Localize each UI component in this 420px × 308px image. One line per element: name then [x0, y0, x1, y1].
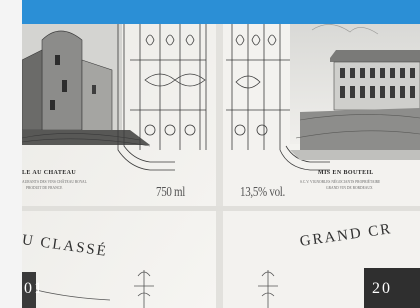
right-small-print-1: S.C.V. VIGNOBLES NÉGOCIANTS PROPRIÉTAIRE — [300, 180, 381, 184]
right-small-print-2: GRAND VIN DE BORDEAUX — [326, 186, 373, 190]
left-volume: 750 ml — [156, 184, 186, 200]
photo-left-edge — [0, 0, 22, 308]
label-gap — [216, 24, 223, 308]
top-accent-bar — [22, 0, 420, 24]
chateau-engraving — [290, 24, 420, 160]
right-abv: 13,5% vol. — [240, 184, 285, 200]
right-label-caption: MIS EN BOUTEIL — [318, 170, 374, 176]
wine-labels-photo: LE AU CHATEAU AURANTS DES VINS CHÂTEAU R… — [0, 0, 420, 308]
left-bottom-mark: 01 — [24, 280, 44, 297]
left-small-print-1: AURANTS DES VINS CHÂTEAU ROYAL — [22, 180, 87, 184]
label-divider — [22, 206, 420, 211]
wine-labels-illustration — [21, 24, 420, 308]
left-small-print-2: PRODUIT DE FRANCE — [26, 186, 63, 190]
left-label-caption: LE AU CHATEAU — [22, 170, 77, 176]
right-bottom-mark: 20 — [372, 280, 392, 297]
